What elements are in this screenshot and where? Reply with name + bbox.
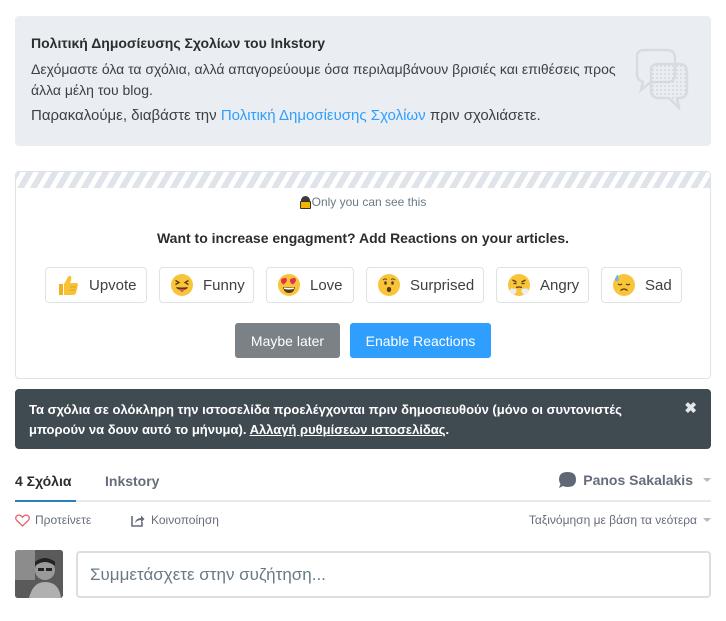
- reaction-label: Upvote: [89, 276, 137, 294]
- steam-nose-face-icon: [508, 274, 530, 296]
- alert-link-suffix: .: [445, 422, 450, 437]
- thumbs-up-icon: [59, 275, 78, 295]
- user-name: Panos Sakalakis: [583, 472, 693, 488]
- reaction-label: Love: [310, 276, 343, 294]
- chevron-down-icon: [703, 478, 711, 482]
- policy-title: Πολιτική Δημοσίευσης Σχολίων του Inkstor…: [31, 35, 326, 51]
- lock-icon: [299, 195, 311, 209]
- share-button[interactable]: Κοινοποίηση: [131, 513, 219, 527]
- share-label: Κοινοποίηση: [151, 513, 219, 527]
- reaction-funny[interactable]: Funny: [159, 267, 254, 303]
- active-tab-indicator: [15, 500, 76, 502]
- avatar-photo: [15, 550, 63, 598]
- thread-actions: Προτείνετε Κοινοποίηση Ταξινόμηση με βάσ…: [15, 513, 711, 533]
- striped-header: [16, 172, 710, 188]
- comments-nav: 4 Σχόλια Inkstory Panos Sakalakis: [15, 466, 711, 502]
- sort-label: Ταξινόμηση με βάση τα νεότερα: [528, 513, 697, 527]
- user-avatar[interactable]: [15, 550, 63, 598]
- maybe-later-button[interactable]: Maybe later: [235, 323, 340, 358]
- visibility-note-text: Only you can see this: [311, 195, 427, 209]
- reaction-label: Funny: [203, 276, 245, 294]
- notification-bubble-icon: [559, 472, 577, 488]
- comment-policy-box: Πολιτική Δημοσίευσης Σχολίων του Inkstor…: [15, 16, 711, 146]
- hushed-face-icon: [378, 274, 400, 296]
- reactions-promo-card: Only you can see this Want to increase e…: [15, 171, 711, 379]
- policy-read-note: Παρακαλούμε, διαβάστε την Πολιτική Δημοσ…: [31, 105, 695, 127]
- reaction-label: Angry: [540, 276, 580, 294]
- moderation-alert: Τα σχόλια σε ολόκληρη την ιστοσελίδα προ…: [15, 389, 711, 449]
- site-settings-link[interactable]: Αλλαγή ρυθμίσεων ιστοσελίδας: [250, 422, 446, 437]
- sort-dropdown[interactable]: Ταξινόμηση με βάση τα νεότερα: [529, 513, 711, 527]
- downcast-sweat-face-icon: [613, 274, 635, 296]
- policy-link[interactable]: Πολιτική Δημοσίευσης Σχολίων: [221, 107, 426, 124]
- reaction-love[interactable]: Love: [266, 267, 354, 303]
- user-menu[interactable]: Panos Sakalakis: [558, 471, 711, 489]
- heart-eyes-face-icon: [278, 274, 300, 296]
- reaction-label: Surprised: [410, 276, 475, 294]
- recommend-button[interactable]: Προτείνετε: [15, 513, 91, 527]
- tab-community[interactable]: Inkstory: [105, 473, 159, 489]
- recommend-label: Προτείνετε: [35, 513, 92, 527]
- reaction-label: Sad: [645, 276, 672, 294]
- reaction-angry[interactable]: Angry: [496, 267, 589, 303]
- reactions-cta: Want to increase engagment? Add Reaction…: [156, 230, 570, 246]
- chevron-down-icon: [703, 518, 711, 522]
- comment-input[interactable]: [76, 551, 711, 598]
- share-icon: [131, 515, 145, 527]
- squinting-tongue-face-icon: [171, 274, 193, 296]
- close-icon[interactable]: ✖: [684, 399, 697, 419]
- policy-read-suffix: πριν σχολιάσετε.: [425, 107, 541, 124]
- tab-comments[interactable]: 4 Σχόλια: [15, 473, 71, 489]
- reaction-upvote[interactable]: Upvote: [45, 267, 147, 303]
- reaction-sad[interactable]: Sad: [601, 267, 682, 303]
- enable-reactions-button[interactable]: Enable Reactions: [350, 323, 491, 358]
- reaction-surprised[interactable]: Surprised: [366, 267, 484, 303]
- heart-icon: [15, 513, 30, 527]
- policy-read-prefix: Παρακαλούμε, διαβάστε την: [31, 107, 221, 124]
- speech-bubbles-icon: [635, 48, 689, 110]
- policy-text: Δεχόμαστε όλα τα σχόλια, αλλά απαγορεύου…: [31, 61, 616, 98]
- reaction-options: Upvote Funny Love Surprised Angry Sad: [16, 267, 710, 304]
- visibility-note: Only you can see this: [16, 195, 710, 209]
